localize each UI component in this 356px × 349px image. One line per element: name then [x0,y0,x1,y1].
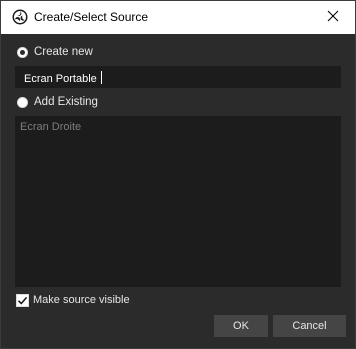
make-visible-label: Make source visible [33,294,130,306]
close-icon [327,9,339,27]
create-new-radio[interactable] [17,47,28,58]
text-caret [100,71,102,84]
ok-button[interactable]: OK [214,315,268,337]
create-new-label: Create new [34,46,93,58]
obs-logo-icon [12,9,28,25]
source-name-value: Ecran Portable [24,73,97,85]
create-select-source-dialog: Create/Select Source Create new Ecran Po… [0,0,356,349]
title-bar: Create/Select Source [1,1,355,34]
cancel-button[interactable]: Cancel [273,315,346,337]
checkmark-icon [17,296,28,305]
close-button[interactable] [311,1,355,34]
add-existing-label: Add Existing [34,96,98,108]
list-item[interactable]: Ecran Droite [20,121,81,133]
dialog-title: Create/Select Source [34,10,149,24]
existing-sources-list[interactable]: Ecran Droite [15,116,341,287]
source-name-input[interactable]: Ecran Portable [15,66,341,88]
add-existing-radio[interactable] [17,97,28,108]
make-visible-checkbox[interactable] [16,294,29,307]
